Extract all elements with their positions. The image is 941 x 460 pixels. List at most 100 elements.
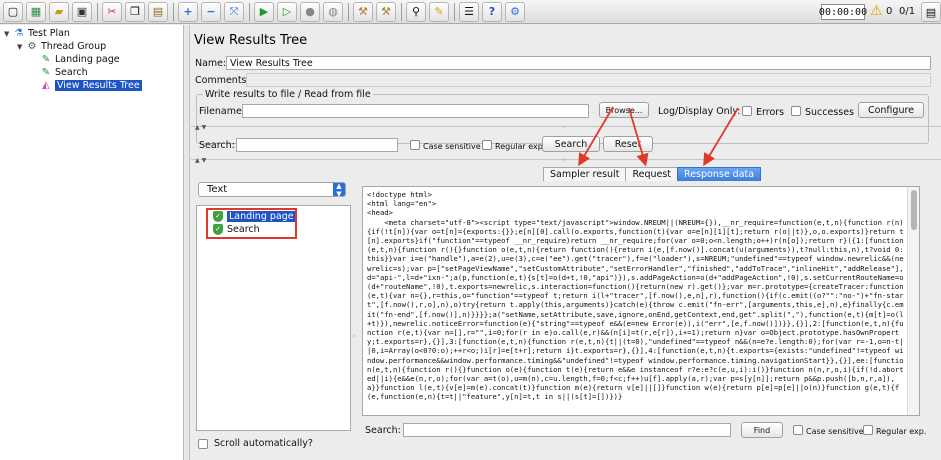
warning-count: 0 — [886, 6, 893, 17]
regex-label: Regular exp. — [495, 142, 546, 151]
tab-sampler-result[interactable]: Sampler result — [543, 167, 627, 181]
tree-item-search[interactable]: ✎ Search — [40, 66, 88, 79]
scroll-automatically-option[interactable]: Scroll automatically? — [198, 438, 313, 449]
start-icon[interactable]: ▶ — [254, 1, 274, 22]
active-threads: 0/1 — [899, 6, 916, 17]
tree-item-test-plan[interactable]: ▼ ⚗ Test Plan — [4, 27, 70, 40]
chevron-updown-icon[interactable]: ▲ ▼ — [333, 182, 345, 198]
find-regex-label: Regular exp. — [876, 427, 927, 436]
tree-item-label: View Results Tree — [55, 80, 142, 91]
errors-checkbox[interactable] — [742, 106, 752, 116]
page-title: View Results Tree — [194, 33, 308, 48]
renderer-select[interactable]: Text ▲ ▼ — [198, 182, 346, 198]
main-splitter[interactable] — [184, 25, 190, 460]
new-icon[interactable]: ▢ — [3, 1, 23, 22]
copy-icon[interactable]: ❐ — [125, 1, 145, 22]
clear-icon[interactable]: ⚒ — [353, 1, 373, 22]
renderer-value: Text — [207, 184, 228, 195]
drag-handle-icon[interactable]: ◦ — [352, 332, 357, 341]
chevron-down-icon[interactable]: ▼ — [4, 30, 13, 38]
clear-all-icon[interactable]: ⚒ — [376, 1, 396, 22]
flask-icon: ⚗ — [14, 28, 24, 39]
successes-label: Successes — [805, 107, 855, 118]
pipette-icon: ✎ — [41, 54, 51, 65]
collapse-arrows-icon[interactable]: ▲▼ — [195, 124, 208, 131]
open-icon[interactable]: ▰ — [49, 1, 69, 22]
drag-handle-icon[interactable]: ◦ — [562, 123, 567, 132]
warning-icon[interactable]: ⚠ — [870, 3, 883, 19]
tree-item-thread-group[interactable]: ▼ ⚙ Thread Group — [17, 40, 106, 53]
test-plan-tree: ▼ ⚗ Test Plan ▼ ⚙ Thread Group ✎ Landing… — [0, 25, 184, 460]
view-results-tree-panel: View Results Tree Name: View Results Tre… — [191, 25, 941, 460]
tree-item-view-results-tree[interactable]: ◭ View Results Tree — [40, 79, 142, 92]
cut-icon[interactable]: ✂ — [102, 1, 122, 22]
response-body-text[interactable]: <!doctype html> <html lang="en"> <head> … — [367, 190, 905, 414]
paste-icon[interactable]: ▤ — [148, 1, 168, 22]
find-search-label: Search: — [365, 425, 401, 436]
response-scrollbar[interactable] — [907, 187, 919, 415]
drag-handle-icon[interactable]: ◦ — [562, 156, 567, 165]
find-button[interactable]: Find — [741, 422, 783, 438]
log-display-label: Log/Display Only: — [658, 106, 741, 117]
write-results-legend: Write results to file / Read from file — [203, 89, 373, 100]
reset-search-icon[interactable]: ✎ — [429, 1, 449, 22]
search-input[interactable] — [236, 138, 398, 152]
find-case-checkbox[interactable] — [793, 425, 803, 435]
toolbar: ▢ ▦ ▰ ▣ ✂ ❐ ▤ + − ⤧ ▶ ▷ ● ◍ ⚒ ⚒ ⚲ ✎ ☰ ? … — [0, 0, 941, 24]
browse-button[interactable]: Browse... — [599, 102, 649, 118]
pipette-icon: ✎ — [41, 67, 51, 78]
tab-response-data[interactable]: Response data — [677, 167, 762, 181]
section-divider[interactable]: ▲▼ ◦ — [191, 123, 941, 132]
tree-item-label: Search — [55, 67, 88, 78]
chevron-down-icon[interactable]: ▼ — [17, 43, 26, 51]
tab-request[interactable]: Request — [625, 167, 679, 181]
search-icon[interactable]: ⚲ — [406, 1, 426, 22]
gear-icon: ⚙ — [27, 41, 37, 52]
help-icon[interactable]: ? — [482, 1, 502, 22]
tree-item-label: Landing page — [55, 54, 120, 65]
expand-icon[interactable]: + — [178, 1, 198, 22]
reset-button[interactable]: Reset — [603, 136, 653, 152]
scroll-automatically-checkbox[interactable] — [198, 438, 208, 449]
stop-icon[interactable]: ● — [300, 1, 320, 22]
filename-label: Filename — [199, 106, 242, 117]
tree-item-landing-page[interactable]: ✎ Landing page — [40, 53, 120, 66]
shutdown-icon[interactable]: ◍ — [323, 1, 343, 22]
configure-button[interactable]: Configure — [858, 102, 924, 118]
case-sensitive-label: Case sensitive — [423, 142, 481, 151]
collapse-arrows-icon[interactable]: ▲▼ — [195, 157, 208, 164]
search-label: Search: — [199, 140, 235, 151]
chart-icon: ◭ — [42, 80, 50, 91]
case-sensitive-checkbox[interactable] — [410, 140, 420, 150]
remote-icon[interactable]: ⚙ — [505, 1, 525, 22]
response-data-view: <!doctype html> <html lang="en"> <head> … — [362, 186, 920, 416]
elapsed-timer: 00:00:00 — [819, 4, 867, 20]
comments-label: Comments: — [195, 75, 250, 86]
function-helper-icon[interactable]: ☰ — [459, 1, 479, 22]
find-input[interactable] — [403, 423, 731, 437]
toggle-icon[interactable]: ⤧ — [224, 1, 244, 22]
section-divider[interactable]: ▲▼ ◦ — [191, 156, 941, 165]
name-field[interactable]: View Results Tree — [226, 56, 931, 70]
tree-item-label: Thread Group — [41, 41, 107, 52]
filename-input[interactable] — [242, 104, 589, 118]
successes-checkbox[interactable] — [791, 106, 801, 116]
find-case-label: Case sensitive — [806, 427, 864, 436]
result-tabs: Sampler result Request Response data — [543, 167, 762, 181]
search-button[interactable]: Search — [542, 136, 600, 152]
collapse-icon[interactable]: − — [201, 1, 221, 22]
errors-label: Errors — [756, 107, 785, 118]
save-icon[interactable]: ▣ — [72, 1, 92, 22]
results-list-pane: Text ▲ ▼ ✓ Landing page ✓ Search — [196, 182, 351, 455]
comments-field[interactable] — [246, 73, 931, 87]
name-label: Name: — [195, 58, 227, 69]
results-splitter[interactable]: ◦ — [352, 182, 358, 460]
find-regex-checkbox[interactable] — [863, 425, 873, 435]
scrollbar-thumb[interactable] — [911, 190, 917, 230]
regex-checkbox[interactable] — [482, 140, 492, 150]
scroll-automatically-label: Scroll automatically? — [214, 438, 313, 449]
start-no-pause-icon[interactable]: ▷ — [277, 1, 297, 22]
annotation-highlight-box — [206, 208, 297, 239]
log-viewer-icon[interactable]: ▤ — [921, 2, 941, 22]
template-icon[interactable]: ▦ — [26, 1, 46, 22]
